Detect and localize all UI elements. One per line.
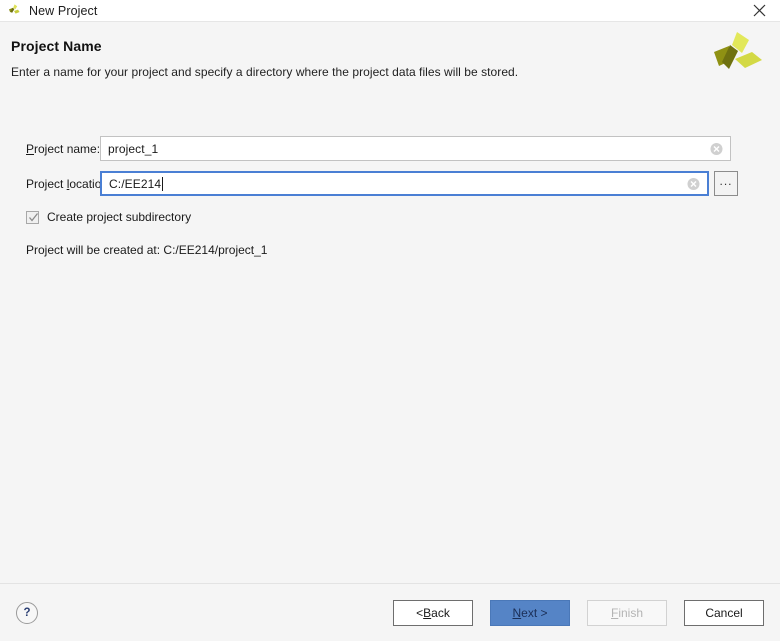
vivado-logo-icon (7, 3, 23, 19)
back-button-text: ack (431, 606, 450, 620)
back-button-prefix: < (416, 606, 423, 620)
clear-circle-icon[interactable] (710, 142, 723, 155)
dialog-content: Project name: project_1 Project location… (0, 100, 780, 583)
titlebar: New Project (0, 0, 780, 22)
back-button-mnemonic: B (423, 606, 431, 620)
clear-circle-icon[interactable] (687, 177, 700, 190)
project-path-info: Project will be created at: C:/EE214/pro… (26, 243, 267, 257)
dialog-header: Project Name Enter a name for your proje… (0, 22, 780, 100)
create-subdirectory-checkbox[interactable]: Create project subdirectory (26, 210, 191, 224)
finish-button: Finish (587, 600, 667, 626)
project-name-label-mnemonic: P (26, 142, 34, 156)
cancel-button[interactable]: Cancel (684, 600, 764, 626)
project-name-label-text: roject name: (34, 142, 100, 156)
project-name-label: Project name: (0, 142, 100, 156)
checkmark-icon (28, 212, 39, 223)
create-subdirectory-label: Create project subdirectory (47, 210, 191, 224)
project-location-input[interactable]: C:/EE214 (100, 171, 709, 196)
back-button[interactable]: < Back (393, 600, 473, 626)
close-window-button[interactable] (738, 0, 780, 22)
project-name-input[interactable]: project_1 (100, 136, 731, 161)
finish-button-mnemonic: F (611, 606, 618, 620)
help-button[interactable]: ? (16, 602, 38, 624)
next-button[interactable]: Next > (490, 600, 570, 626)
titlebar-title: New Project (29, 4, 97, 18)
page-title: Project Name (11, 38, 780, 54)
project-name-value: project_1 (101, 142, 158, 156)
close-icon (753, 4, 766, 17)
dialog-footer: ? < Back Next > Finish Cancel (0, 583, 780, 641)
question-mark-icon: ? (23, 607, 30, 619)
vivado-logo-icon (712, 30, 764, 78)
project-location-value: C:/EE214 (102, 177, 161, 191)
next-button-mnemonic: N (512, 606, 521, 620)
project-location-label: Project location: (0, 177, 100, 191)
project-location-label-start: Project (26, 177, 67, 191)
project-name-row: Project name: project_1 (0, 136, 780, 161)
browse-directory-button[interactable]: ... (714, 171, 738, 196)
finish-button-text: inish (618, 606, 643, 620)
text-caret (162, 177, 163, 191)
checkbox-box[interactable] (26, 211, 39, 224)
project-location-row: Project location: C:/EE214 ... (0, 171, 780, 196)
new-project-dialog: New Project Project Name Enter a name fo… (0, 0, 780, 641)
next-button-text: ext > (521, 606, 547, 620)
page-subtitle: Enter a name for your project and specif… (11, 65, 780, 79)
